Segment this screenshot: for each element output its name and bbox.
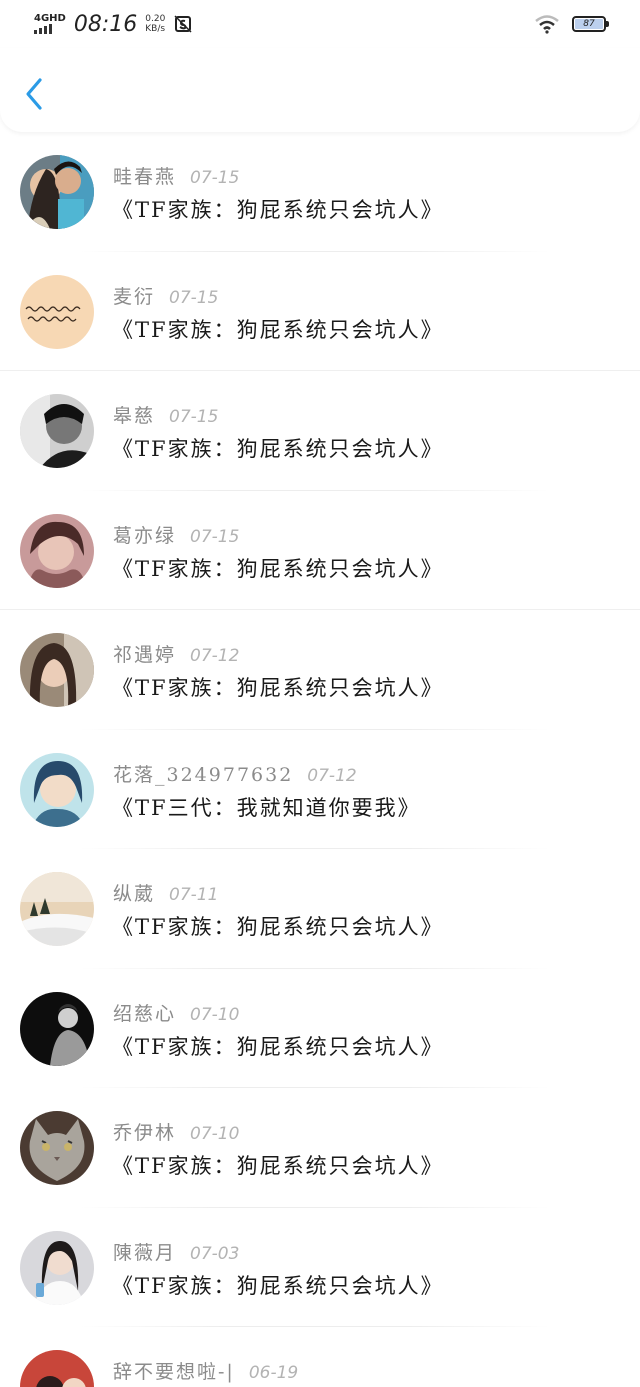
list-item[interactable]: 祁遇婷 07-12 《TF家族：狗屁系统只会坑人》 (0, 610, 640, 730)
sender-name: 花落_324977632 (113, 763, 294, 786)
signal-bars-icon (34, 24, 52, 34)
message-text: 《TF家族：狗屁系统只会坑人》 (112, 676, 444, 700)
message-meta: 麦衍 07-15 (113, 282, 218, 309)
message-text: 《TF家族：狗屁系统只会坑人》 (112, 915, 444, 939)
list-item[interactable]: 花落_324977632 07-12 《TF三代：我就知道你要我》 (0, 730, 640, 849)
status-right: 87 (534, 14, 609, 34)
chevron-left-icon (26, 78, 42, 110)
network-type: 4GHD (34, 13, 66, 24)
status-left: 4GHD 08:16 0.20 KB/s (34, 12, 193, 37)
clock: 08:16 (73, 11, 138, 37)
list-item[interactable]: 乔伊林 07-10 《TF家族：狗屁系统只会坑人》 (0, 1088, 640, 1208)
battery-icon: 87 (572, 16, 609, 32)
message-meta: 皋慈 07-15 (113, 401, 218, 428)
wifi-icon (535, 15, 559, 34)
message-meta: 绍慈心 07-10 (113, 999, 239, 1026)
avatar[interactable] (20, 394, 94, 468)
list-item[interactable]: 皋慈 07-15 《TF家族：狗屁系统只会坑人》 (0, 371, 640, 491)
sender-name: 皋慈 (113, 405, 156, 427)
list-item[interactable]: 纵葳 07-11 《TF家族：狗屁系统只会坑人》 (0, 849, 640, 969)
message-text: 《TF家族：狗屁系统只会坑人》 (112, 556, 444, 581)
avatar[interactable] (20, 872, 94, 946)
avatar[interactable] (20, 1111, 94, 1185)
battery-level: 87 (575, 19, 603, 29)
network-speed-value: 0.20 (145, 14, 166, 24)
message-list: 畦春燕 07-15 《TF家族：狗屁系统只会坑人》 麦衍 07-15 《TF家族… (0, 132, 640, 1387)
message-meta: 辞不要想啦-| 06-19 (113, 1357, 298, 1384)
message-text: 《TF家族：狗屁系统只会坑人》 (112, 198, 444, 222)
message-date: 07-03 (190, 1243, 240, 1264)
message-text: 《TF家族：狗屁系统只会坑人》 (112, 1154, 444, 1178)
list-item[interactable]: 麦衍 07-15 《TF家族：狗屁系统只会坑人》 (0, 252, 640, 371)
avatar[interactable] (20, 155, 94, 229)
message-text: 《TF三代：我就知道你要我》 (112, 795, 421, 820)
message-date: 07-15 (169, 407, 219, 427)
message-date: 07-12 (190, 646, 240, 666)
sender-name: 麦衍 (113, 285, 156, 308)
cellular-signal: 4GHD (34, 14, 66, 34)
screenshot-app-icon (174, 15, 192, 33)
network-speed: 0.20 KB/s (145, 14, 165, 34)
sender-name: 葛亦绿 (113, 524, 177, 547)
message-date: 07-12 (307, 765, 357, 786)
avatar[interactable] (20, 991, 94, 1066)
message-meta: 纵葳 07-11 (113, 879, 218, 906)
sender-name: 畦春燕 (113, 166, 177, 188)
avatar[interactable] (20, 1350, 94, 1387)
message-date: 07-10 (190, 1004, 240, 1025)
message-text: 《TF家族：狗屁系统只会坑人》 (112, 1034, 444, 1059)
message-date: 07-11 (169, 885, 219, 905)
message-text: 《TF家族：狗屁系统只会坑人》 (112, 317, 444, 342)
avatar[interactable] (20, 1230, 94, 1305)
message-text: 《TF家族：狗屁系统只会坑人》 (112, 1273, 444, 1298)
network-speed-unit: KB/s (145, 24, 166, 34)
list-item[interactable]: 陳薇月 07-03 《TF家族：狗屁系统只会坑人》 (0, 1208, 640, 1327)
sender-name: 乔伊林 (113, 1122, 177, 1144)
message-date: 07-15 (190, 168, 240, 188)
message-date: 07-15 (190, 526, 240, 547)
message-text: 《TF家族：狗屁系统只会坑人》 (112, 437, 444, 461)
sender-name: 纵葳 (113, 883, 156, 905)
message-meta: 祁遇婷 07-12 (113, 640, 239, 667)
list-item[interactable]: 葛亦绿 07-15 《TF家族：狗屁系统只会坑人》 (0, 491, 640, 610)
sender-name: 绍慈心 (113, 1002, 177, 1025)
message-meta: 乔伊林 07-10 (113, 1118, 239, 1145)
avatar[interactable] (20, 513, 94, 588)
avatar[interactable] (20, 274, 94, 349)
sender-name: 辞不要想啦-| (113, 1361, 235, 1383)
sender-name: 祁遇婷 (113, 644, 177, 666)
message-meta: 畦春燕 07-15 (113, 162, 239, 189)
sender-name: 陳薇月 (113, 1241, 177, 1264)
message-meta: 陳薇月 07-03 (113, 1238, 239, 1265)
list-item[interactable]: 辞不要想啦-| 06-19 (0, 1327, 640, 1387)
message-meta: 花落_324977632 07-12 (113, 760, 357, 787)
message-meta: 葛亦绿 07-15 (113, 521, 239, 548)
navigation-bar (0, 48, 640, 132)
message-date: 06-19 (248, 1363, 299, 1383)
avatar[interactable] (20, 752, 94, 827)
list-item[interactable]: 畦春燕 07-15 《TF家族：狗屁系统只会坑人》 (0, 132, 640, 252)
avatar[interactable] (20, 633, 94, 707)
message-date: 07-10 (190, 1124, 240, 1144)
back-button[interactable] (16, 74, 52, 114)
message-date: 07-15 (169, 287, 219, 308)
list-item[interactable]: 绍慈心 07-10 《TF家族：狗屁系统只会坑人》 (0, 969, 640, 1088)
status-bar: 4GHD 08:16 0.20 KB/s 87 (0, 0, 640, 48)
